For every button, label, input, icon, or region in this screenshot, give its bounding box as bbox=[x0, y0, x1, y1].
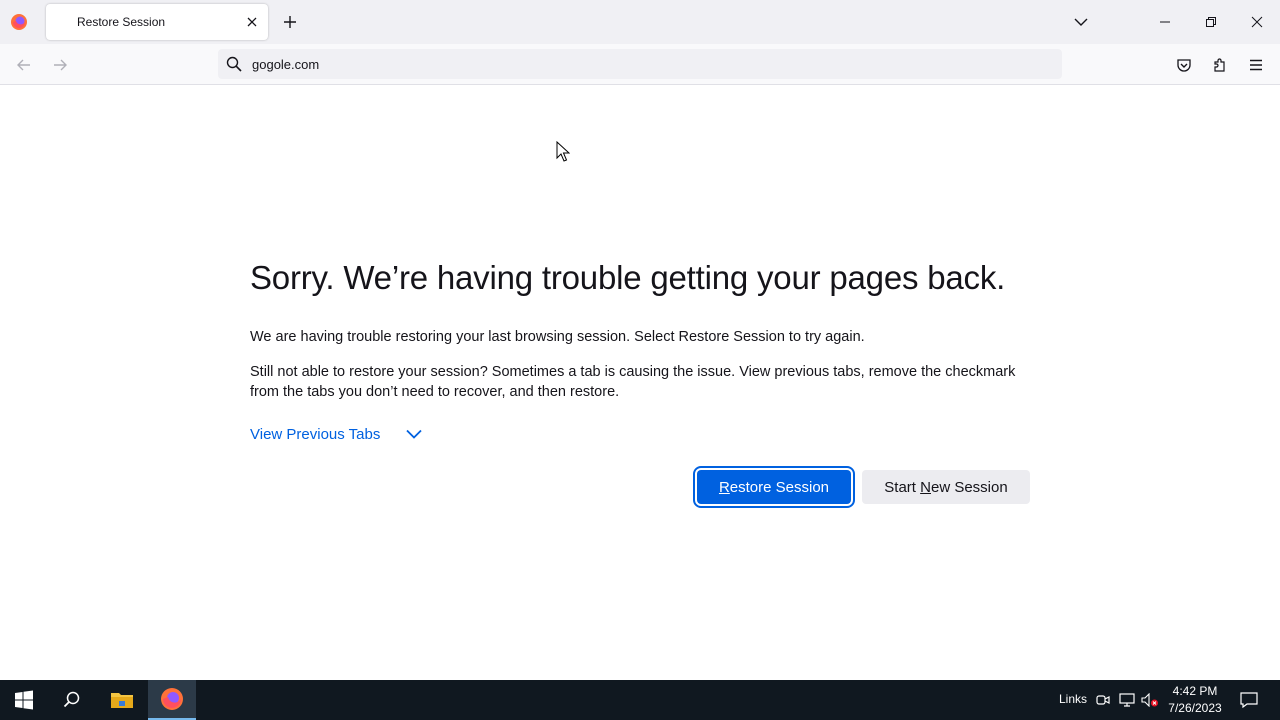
restore-access-key: R bbox=[718, 478, 730, 496]
meet-now-icon[interactable] bbox=[1094, 690, 1112, 710]
clock-date: 7/26/2023 bbox=[1168, 701, 1222, 715]
restore-session-page: Sorry. We’re having trouble getting your… bbox=[0, 85, 1280, 680]
page-title: Sorry. We’re having trouble getting your… bbox=[250, 259, 1006, 296]
clock-time: 4:42 PM bbox=[1172, 684, 1218, 698]
description-paragraph: We are having trouble restoring your las… bbox=[250, 329, 865, 345]
action-center-icon[interactable] bbox=[1234, 680, 1264, 720]
firefox-taskbar-icon[interactable] bbox=[148, 680, 196, 720]
tab-strip: Restore Session bbox=[0, 0, 1280, 44]
new-session-button-label: ew Session bbox=[930, 478, 1008, 496]
new-tab-plus-icon[interactable] bbox=[279, 11, 301, 33]
new-session-prefix: Start bbox=[884, 478, 921, 496]
extensions-puzzle-icon[interactable] bbox=[1208, 53, 1232, 77]
system-clock[interactable]: 4:42 PM 7/26/2023 bbox=[1164, 683, 1226, 717]
links-toolbar-label[interactable]: Links bbox=[1059, 692, 1087, 706]
search-icon bbox=[226, 56, 242, 72]
tab-title: Restore Session bbox=[77, 15, 166, 29]
view-previous-tabs-label: View Previous Tabs bbox=[250, 425, 381, 443]
search-icon[interactable] bbox=[48, 680, 96, 720]
help-paragraph: Still not able to restore your session? … bbox=[250, 364, 1016, 400]
network-icon[interactable] bbox=[1118, 690, 1136, 710]
list-all-tabs-chevron-icon[interactable] bbox=[1070, 11, 1092, 33]
start-new-session-button[interactable]: Start New Session bbox=[862, 470, 1030, 504]
url-bar[interactable] bbox=[218, 49, 1062, 79]
restore-button-label: estore Session bbox=[729, 478, 830, 496]
navigation-toolbar bbox=[0, 44, 1280, 85]
pocket-icon[interactable] bbox=[1172, 53, 1196, 77]
volume-muted-icon[interactable] bbox=[1141, 690, 1159, 710]
new-session-access-key: N bbox=[920, 478, 931, 496]
restore-session-button[interactable]: Restore Session bbox=[693, 466, 855, 508]
windows-taskbar: Links 4:42 PM 7/26/2023 bbox=[0, 680, 1280, 720]
windows-start-icon[interactable] bbox=[0, 680, 48, 720]
minimize-icon[interactable] bbox=[1142, 0, 1188, 44]
close-tab-icon[interactable] bbox=[242, 12, 262, 32]
close-window-icon[interactable] bbox=[1234, 0, 1280, 44]
back-arrow-icon[interactable] bbox=[12, 53, 36, 77]
hamburger-menu-icon[interactable] bbox=[1244, 53, 1268, 77]
file-explorer-icon[interactable] bbox=[98, 680, 146, 720]
forward-arrow-icon[interactable] bbox=[48, 53, 72, 77]
chevron-down-icon bbox=[404, 424, 424, 444]
url-input[interactable] bbox=[252, 57, 1032, 72]
tab-restore-session[interactable]: Restore Session bbox=[46, 4, 268, 40]
view-previous-tabs-toggle[interactable]: View Previous Tabs bbox=[250, 424, 424, 444]
mouse-cursor-icon bbox=[556, 141, 570, 162]
restore-down-icon[interactable] bbox=[1188, 0, 1234, 44]
firefox-view-icon[interactable] bbox=[8, 11, 30, 33]
